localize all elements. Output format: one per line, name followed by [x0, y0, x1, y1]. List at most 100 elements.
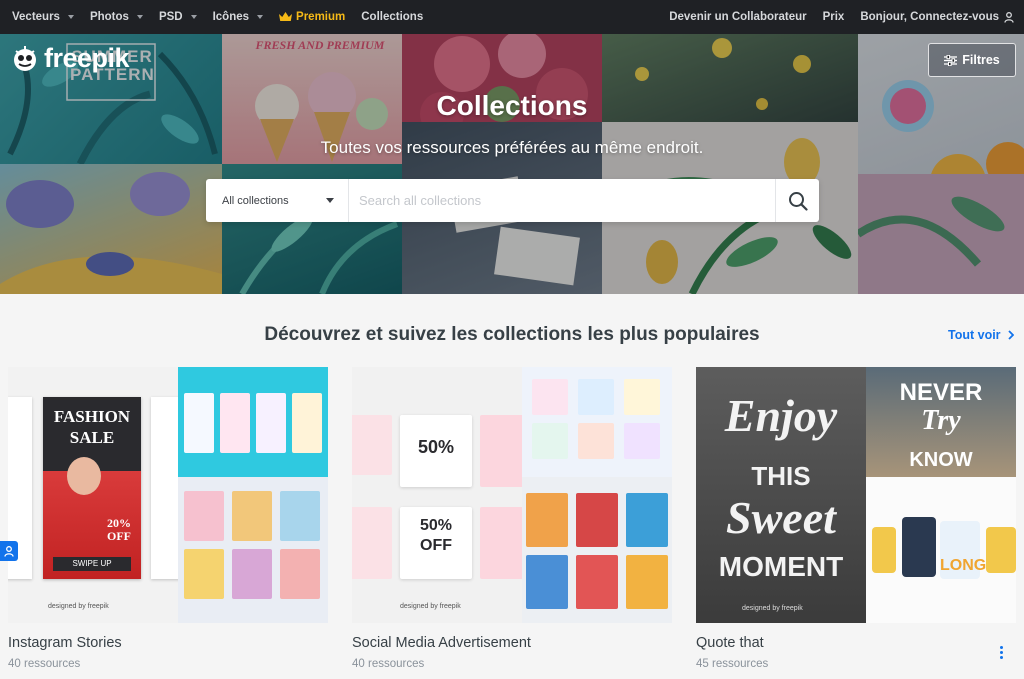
enjoy-text: Enjoy	[724, 390, 838, 441]
collection-count: 45 ressources	[696, 658, 769, 670]
freepik-logo[interactable]: freepik	[10, 43, 130, 74]
hero-banner: SUMMER PATTERN FRESH AND PREMIUM freepik…	[0, 34, 1024, 294]
fifty-text: 50%	[417, 437, 455, 457]
search-button[interactable]	[775, 179, 819, 222]
ad-card-6	[480, 507, 522, 579]
filters-label: Filtres	[962, 53, 1000, 67]
promo-mini-1	[526, 493, 568, 547]
crown-icon	[279, 12, 293, 21]
chevron-down-icon	[326, 198, 334, 203]
chevron-down-icon	[190, 15, 197, 19]
lettering-2	[902, 517, 936, 577]
nav-item-icones[interactable]: Icônes	[213, 11, 264, 23]
collection-title[interactable]: Social Media Advertisement	[352, 635, 531, 651]
never-text: NEVER	[899, 379, 983, 406]
nav-item-label: PSD	[158, 11, 183, 23]
travel-lettering-thumbnail: LONG	[866, 477, 1016, 623]
swipe-up-text: SWIPE UP	[53, 557, 131, 571]
dot	[1000, 656, 1003, 659]
pricing-link[interactable]: Prix	[823, 11, 845, 23]
page-title: Collections	[436, 90, 588, 121]
chevron-right-icon	[1007, 330, 1014, 340]
logo-text: freepik	[44, 43, 130, 73]
collection-thumbnails: Enjoy THIS Sweet MOMENT designed by free…	[696, 367, 1016, 623]
collection-count: 40 ressources	[8, 658, 81, 670]
story-mini-3	[256, 393, 286, 453]
collection-scope-select[interactable]: All collections	[206, 179, 349, 222]
chevron-down-icon	[67, 15, 74, 19]
moment-text: MOMENT	[718, 551, 844, 582]
become-contributor-link[interactable]: Devenir un Collaborateur	[669, 11, 806, 23]
collection-thumbnails: FASHION SALE 20% OFF SWIPE UP designed b…	[8, 367, 328, 623]
chevron-down-icon	[257, 15, 264, 19]
enjoy-moment-thumbnail: Enjoy THIS Sweet MOMENT designed by free…	[696, 367, 866, 623]
collection-card-instagram-stories[interactable]: FASHION SALE 20% OFF SWIPE UP designed b…	[8, 367, 328, 670]
search-bar: All collections	[206, 179, 819, 222]
dot	[1000, 651, 1003, 654]
see-all-link[interactable]: Tout voir	[948, 328, 1014, 342]
ad-card-fifty-2: 50% OFF	[400, 507, 472, 579]
ad-mini-3	[624, 379, 660, 415]
collection-card-social-media-advertisement[interactable]: 50% 50% OFF designed by freepik Social M…	[352, 367, 672, 670]
search-input[interactable]	[349, 179, 775, 222]
designed-by-text: designed by freepik	[400, 603, 461, 610]
long-text: LONG	[940, 557, 987, 574]
collection-title[interactable]: Quote that	[696, 635, 764, 651]
instagram-posts-thumbnail	[178, 477, 328, 623]
sweet-text: Sweet	[726, 492, 836, 543]
collection-thumbnails: 50% 50% OFF designed by freepik	[352, 367, 672, 623]
story-mini-4	[292, 393, 322, 453]
freepik-mascot-icon	[14, 45, 36, 71]
login-label: Bonjour, Connectez-vous	[860, 11, 999, 23]
story-mini-2	[220, 393, 250, 453]
ad-mini-1	[532, 379, 568, 415]
story-mini-1	[184, 393, 214, 453]
story-card-right	[151, 397, 178, 579]
nav-item-vecteurs[interactable]: Vecteurs	[12, 11, 74, 23]
more-options-icon[interactable]	[1000, 646, 1004, 660]
scope-value: All collections	[222, 194, 289, 207]
popular-collections-heading: Découvrez et suivez les collections les …	[264, 324, 760, 345]
nav-item-label: Collections	[361, 11, 424, 23]
nav-item-photos[interactable]: Photos	[90, 11, 143, 23]
page-subtitle: Toutes vos ressources préférées au même …	[320, 138, 704, 157]
post-mini-2	[232, 491, 272, 541]
user-icon	[1004, 11, 1014, 23]
nav-item-collections[interactable]: Collections	[361, 11, 423, 23]
promo-mini-2	[576, 493, 618, 547]
collection-title[interactable]: Instagram Stories	[8, 635, 122, 651]
discount-text: 20% OFF	[107, 516, 131, 543]
contributor-label: Devenir un Collaborateur	[669, 11, 807, 23]
ad-card-1	[352, 415, 392, 475]
ad-card-4	[352, 507, 392, 579]
nav-item-psd[interactable]: PSD	[159, 11, 197, 23]
fifty-off-thumbnail: 50% 50% OFF designed by freepik	[352, 367, 522, 623]
collection-count: 40 ressources	[352, 658, 425, 670]
nav-left-group: Vecteurs Photos PSD Icônes Premium Colle…	[0, 11, 439, 23]
off-text: OFF	[420, 537, 452, 554]
user-icon	[4, 545, 14, 557]
filters-button[interactable]: Filtres	[928, 43, 1016, 77]
promo-mini-6	[626, 555, 668, 609]
top-navigation: Vecteurs Photos PSD Icônes Premium Colle…	[0, 0, 1024, 34]
ad-mini-2	[578, 379, 614, 415]
know-text: KNOW	[909, 449, 973, 471]
model-head	[67, 457, 101, 495]
ad-mini-5	[578, 423, 614, 459]
fashion-text: FASHION	[53, 407, 131, 426]
nav-item-premium[interactable]: Premium	[279, 11, 345, 23]
chevron-down-icon	[136, 15, 143, 19]
sliders-icon	[944, 54, 958, 66]
designed-by-text: designed by freepik	[48, 603, 109, 610]
post-mini-5	[232, 549, 272, 599]
post-mini-6	[280, 549, 320, 599]
fashion-sale-thumbnail: FASHION SALE 20% OFF SWIPE UP designed b…	[8, 367, 178, 623]
promo-mini-3	[626, 493, 668, 547]
collection-card-quote-that[interactable]: Enjoy THIS Sweet MOMENT designed by free…	[696, 367, 1016, 670]
side-user-tab[interactable]	[0, 541, 18, 561]
sale-text: SALE	[69, 428, 115, 447]
login-link[interactable]: Bonjour, Connectez-vous	[860, 11, 1014, 23]
big-sale-thumbnail	[522, 367, 672, 477]
lettering-1	[872, 527, 896, 573]
dot	[1000, 646, 1003, 649]
